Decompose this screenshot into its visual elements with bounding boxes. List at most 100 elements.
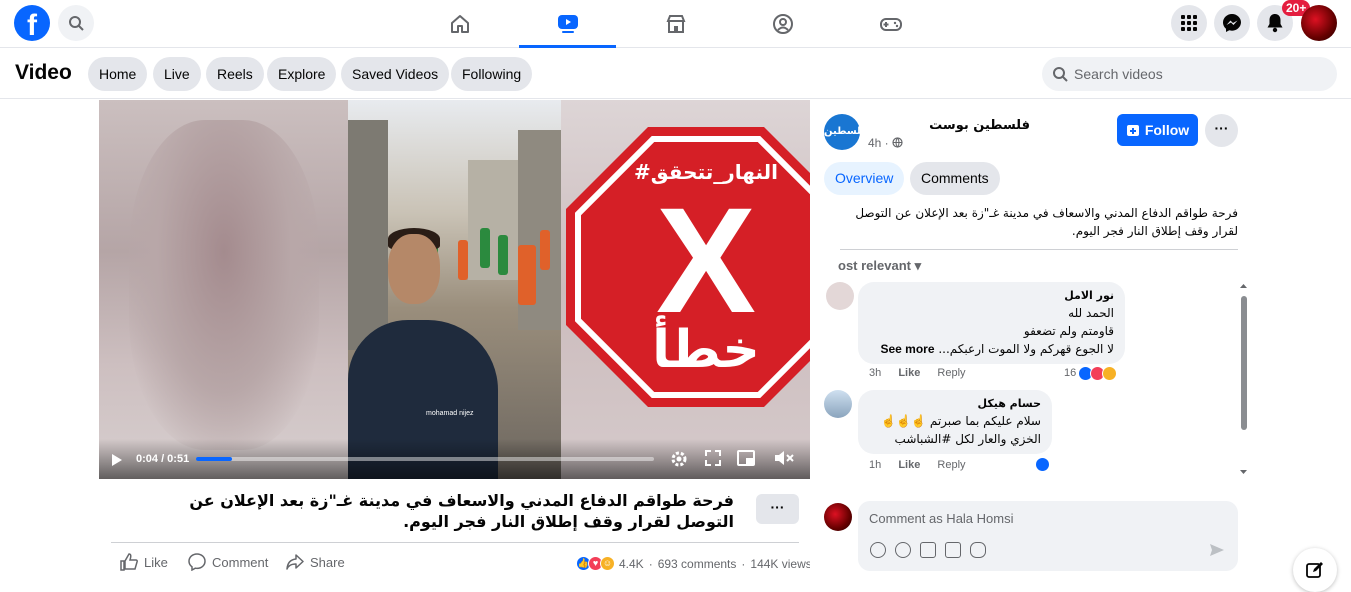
false-verdict: خطأ	[652, 315, 760, 380]
messenger-button[interactable]	[1214, 5, 1250, 41]
comment-bubble: نور الامل الحمد لله قاومتم ولم تضعفو لا …	[858, 282, 1125, 364]
gif-icon[interactable]	[945, 542, 961, 558]
comment-reply-button[interactable]: Reply	[937, 459, 965, 471]
nav-marketplace[interactable]	[627, 0, 724, 48]
share-label: Share	[310, 554, 345, 570]
tab-home[interactable]: Home	[88, 57, 148, 91]
menu-button[interactable]	[1171, 5, 1207, 41]
emoji-icon[interactable]	[895, 542, 911, 558]
tab-saved-videos[interactable]: Saved Videos	[341, 57, 450, 91]
commenter-avatar[interactable]	[824, 390, 852, 418]
sticker-icon[interactable]	[970, 542, 986, 558]
share-button[interactable]: Share	[286, 553, 345, 571]
new-message-button[interactable]	[1293, 548, 1337, 592]
comment-composer[interactable]: Comment as Hala Homsi	[858, 501, 1238, 571]
comment-time: 3h	[869, 367, 882, 379]
comment-time: 1h	[869, 459, 882, 471]
search-button[interactable]	[58, 5, 94, 41]
video-time: 0:04 / 0:51	[136, 453, 190, 465]
camera-icon[interactable]	[920, 542, 936, 558]
top-navigation-bar: f 20+	[0, 0, 1351, 48]
thumbs-up-icon	[120, 553, 138, 571]
more-options-button[interactable]: ···	[756, 494, 799, 524]
comment-label: Comment	[212, 554, 269, 570]
comments-scrollbar[interactable]	[1239, 282, 1248, 478]
divider	[111, 542, 799, 543]
groups-icon	[772, 14, 793, 34]
post-time-label: 4h ·	[868, 136, 889, 150]
video-caption: فرحة طواقم الدفاع المدني والاسعاف في مدي…	[189, 491, 734, 531]
composer-avatar[interactable]	[824, 503, 852, 531]
composer-tools	[870, 542, 986, 558]
page-avatar[interactable]: فلسطين	[824, 114, 868, 150]
video-stats: 👍 ♥ ☺ 4.4K · 693 comments · 144K views	[576, 556, 812, 571]
care-reaction-icon: ☺	[600, 556, 615, 571]
account-avatar[interactable]	[1301, 5, 1337, 41]
follow-page-icon	[1126, 125, 1139, 136]
search-videos-input[interactable]	[1074, 66, 1314, 82]
tab-reels[interactable]: Reels	[206, 57, 264, 91]
follow-button[interactable]: Follow	[1117, 114, 1198, 146]
comment-like-button[interactable]: Like	[898, 459, 920, 471]
comment-meta: 3h Like Reply 16	[869, 366, 1129, 381]
comment-like-button[interactable]: Like	[898, 367, 920, 379]
comment-icon	[188, 553, 206, 571]
comment-bubble: حسام هيكل سلام عليكم بما صبرتم ☝️☝️☝️ ال…	[858, 390, 1052, 454]
comment-meta: 1h Like Reply	[869, 457, 1059, 472]
scroll-down-icon[interactable]	[1239, 468, 1248, 476]
nav-home[interactable]	[411, 0, 508, 48]
logo-letter: f	[27, 9, 37, 41]
tab-overview[interactable]: Overview	[824, 162, 905, 195]
nav-video[interactable]	[519, 0, 616, 48]
fullscreen-icon[interactable]	[705, 450, 721, 466]
scroll-up-icon[interactable]	[1239, 282, 1248, 290]
divider	[840, 249, 1238, 250]
menu-grid-icon	[1181, 15, 1197, 31]
care-reaction-icon	[1102, 366, 1117, 381]
bell-icon	[1267, 14, 1283, 33]
comment-count[interactable]: 693 comments	[658, 557, 737, 571]
panel-more-button[interactable]: ···	[1205, 114, 1238, 147]
nav-gaming[interactable]	[842, 0, 939, 48]
search-videos-box[interactable]	[1042, 57, 1337, 91]
comment-line: لا الجوع قهركم ولا الموت ارعبكم...	[938, 342, 1114, 356]
tab-comments[interactable]: Comments	[910, 162, 1000, 195]
video-icon	[557, 14, 578, 33]
messenger-icon	[1223, 14, 1241, 32]
video-subheader: Video Home Live Reels Explore Saved Vide…	[0, 49, 1351, 99]
see-more-link[interactable]: See more	[881, 342, 935, 356]
tab-following[interactable]: Following	[451, 57, 533, 91]
globe-icon	[892, 137, 903, 148]
comment-author[interactable]: حسام هيكل	[869, 396, 1041, 412]
comment-sort-dropdown[interactable]: ost relevant ▾	[838, 258, 921, 274]
tab-live[interactable]: Live	[153, 57, 201, 91]
comment-reaction-count[interactable]: 16	[1064, 367, 1076, 379]
home-icon	[450, 15, 469, 33]
reaction-count[interactable]: 4.4K	[619, 557, 644, 571]
comment-line-last: لا الجوع قهركم ولا الموت ارعبكم... See m…	[869, 340, 1115, 358]
nav-groups[interactable]	[734, 0, 831, 48]
comment-button[interactable]: Comment	[188, 553, 268, 571]
mute-icon[interactable]	[774, 450, 794, 466]
avatar-sticker-icon[interactable]	[870, 542, 886, 558]
tab-explore[interactable]: Explore	[267, 57, 337, 91]
facebook-logo[interactable]: f	[14, 5, 50, 41]
settings-icon[interactable]	[669, 449, 689, 469]
marketplace-icon	[666, 15, 685, 33]
video-progress-bar[interactable]	[196, 457, 654, 461]
comment-reply-button[interactable]: Reply	[937, 367, 965, 379]
send-icon[interactable]	[1209, 543, 1225, 557]
comment-line: الخزي والعار لكل #الشباشب	[894, 432, 1041, 446]
commenter-avatar[interactable]	[826, 282, 854, 310]
page-name[interactable]: فلسطين بوست	[900, 118, 1030, 133]
search-icon	[1053, 67, 1068, 82]
play-icon[interactable]	[111, 453, 123, 467]
like-button[interactable]: Like	[120, 553, 168, 571]
picture-in-picture-icon[interactable]	[737, 450, 755, 466]
post-text: فرحة طواقم الدفاع المدني والاسعاف في مدي…	[855, 206, 1238, 238]
comment-author[interactable]: نور الامل	[869, 288, 1114, 304]
scroll-thumb[interactable]	[1241, 296, 1247, 430]
follow-label: Follow	[1144, 122, 1190, 138]
like-label: Like	[144, 554, 168, 570]
separator: ·	[648, 556, 653, 571]
